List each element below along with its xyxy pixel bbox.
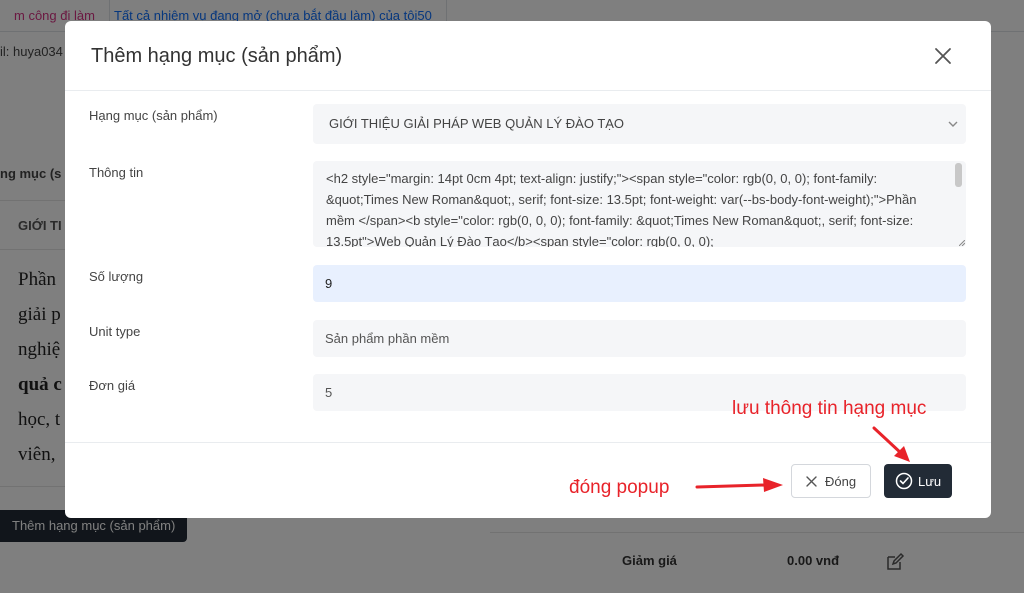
chevron-down-icon (948, 121, 958, 127)
arrow-to-save-icon (872, 426, 910, 462)
unit-price-label: Đơn giá (89, 378, 136, 393)
category-select[interactable]: GIỚI THIỆU GIẢI PHÁP WEB QUẢN LÝ ĐÀO TẠO (313, 104, 966, 144)
close-icon (806, 476, 817, 487)
arrow-to-close-icon (695, 478, 783, 492)
check-circle-icon (895, 472, 913, 490)
quantity-label: Số lượng (89, 269, 144, 284)
info-textarea[interactable]: <h2 style="margin: 14pt 0cm 4pt; text-al… (313, 161, 966, 247)
save-button[interactable]: Lưu (884, 464, 952, 498)
add-category-modal: Thêm hạng mục (sản phẩm) Hạng mục (sản p… (65, 21, 991, 518)
category-select-value: GIỚI THIỆU GIẢI PHÁP WEB QUẢN LÝ ĐÀO TẠO (329, 116, 625, 131)
unit-type-input[interactable]: Sản phẩm phần mềm (313, 320, 966, 357)
close-button-label: Đóng (825, 474, 857, 489)
quantity-input[interactable]: 9 (313, 265, 966, 302)
save-annotation-text: lưu thông tin hạng mục (732, 398, 927, 419)
close-icon[interactable] (932, 45, 954, 67)
close-annotation-text: đóng popup (569, 477, 670, 498)
scrollbar-thumb[interactable] (955, 163, 962, 187)
info-label: Thông tin (89, 165, 144, 180)
modal-title: Thêm hạng mục (sản phẩm) (91, 45, 343, 67)
modal-header: Thêm hạng mục (sản phẩm) (65, 21, 991, 91)
resize-handle-icon[interactable] (959, 240, 965, 246)
close-button[interactable]: Đóng (791, 464, 871, 498)
unit-type-label: Unit type (89, 324, 141, 339)
save-button-label: Lưu (918, 474, 942, 489)
info-textarea-content: <h2 style="margin: 14pt 0cm 4pt; text-al… (326, 171, 921, 247)
category-label: Hạng mục (sản phẩm) (89, 108, 218, 123)
